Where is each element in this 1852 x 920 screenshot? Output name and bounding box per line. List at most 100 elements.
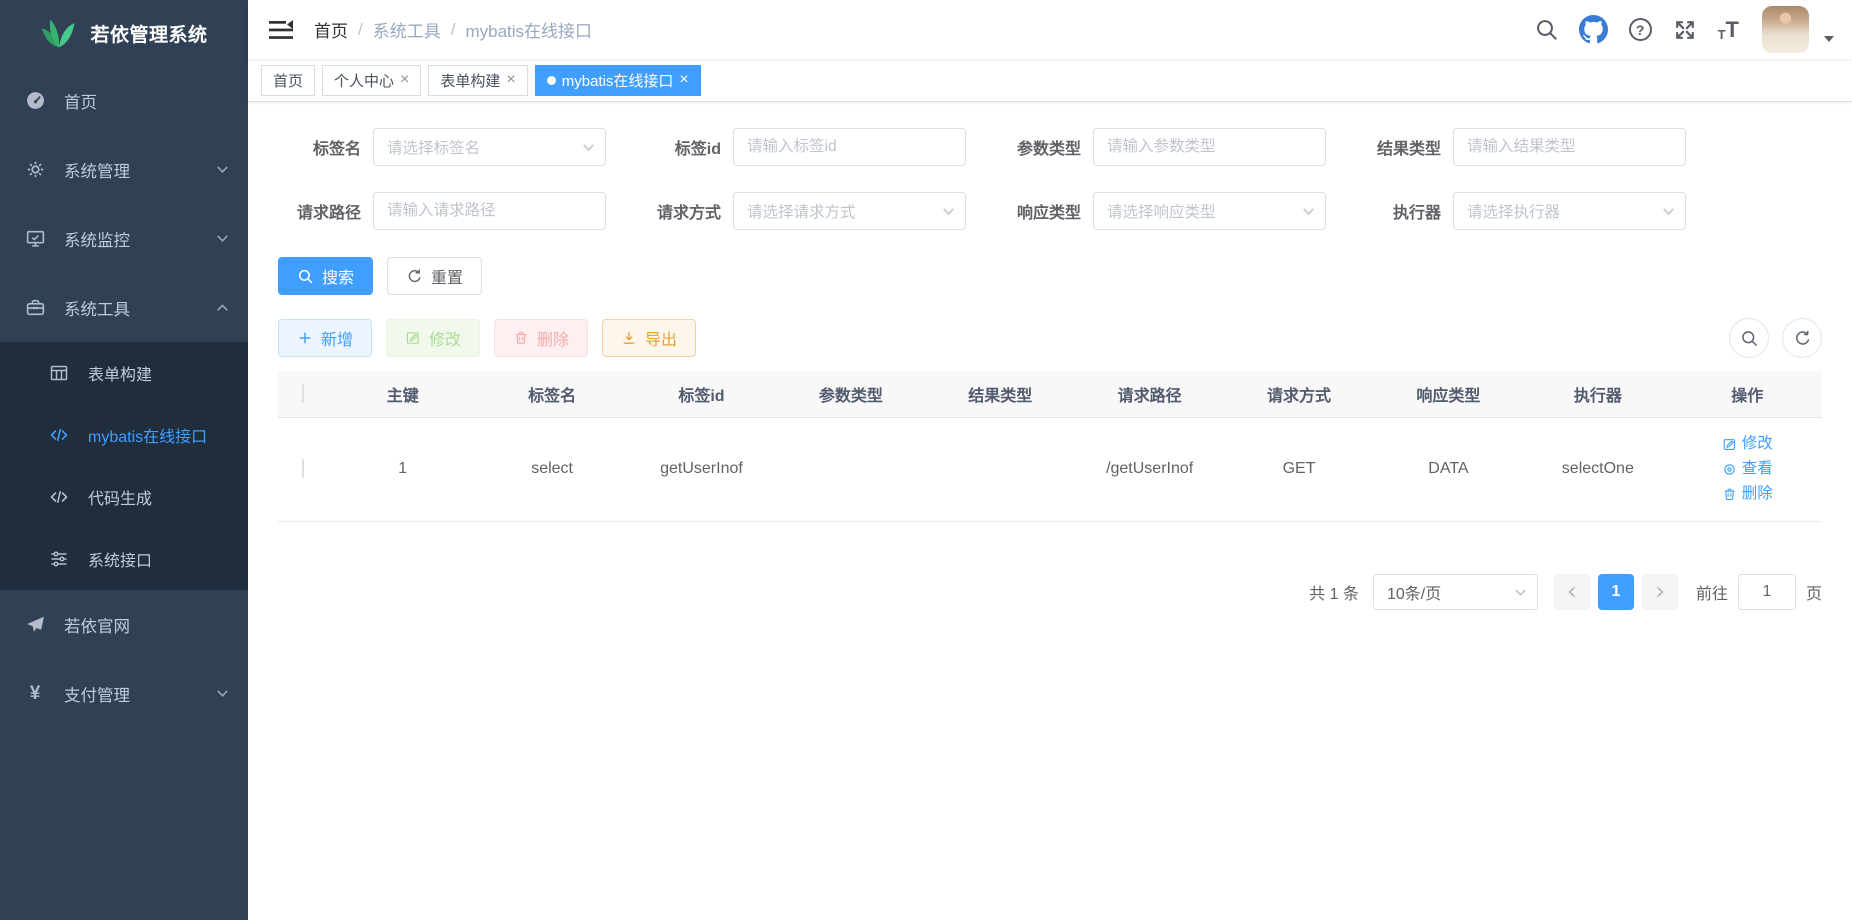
download-icon [621,330,637,346]
close-icon[interactable]: × [679,72,688,88]
toggle-search-button[interactable] [1729,318,1769,358]
sidebar-item-label: 系统工具 [64,296,130,320]
executor-select[interactable]: 请选择执行器 [1453,192,1686,230]
cell-primary-key: 1 [328,417,477,521]
field-label: 请求路径 [278,199,373,223]
export-button[interactable]: 导出 [602,319,696,357]
field-response-type: 响应类型 请选择响应类型 [998,192,1358,230]
field-tag-id: 标签id [638,128,998,166]
row-checkbox[interactable] [302,459,304,478]
chevron-down-icon [215,231,230,246]
row-delete-link[interactable]: 删除 [1722,483,1773,505]
breadcrumb-section: 系统工具 [373,17,441,42]
github-icon[interactable] [1573,9,1614,50]
chevron-down-icon [1301,204,1316,219]
col-param-type: 参数类型 [776,371,925,417]
response-type-select[interactable]: 请选择响应类型 [1093,192,1326,230]
select-all-checkbox[interactable] [302,384,304,403]
row-view-link[interactable]: 查看 [1722,458,1773,480]
app-title: 若依管理系统 [90,20,207,47]
font-size-icon[interactable]: TT [1712,13,1745,47]
field-executor: 执行器 请选择执行器 [1358,192,1718,230]
plus-icon [297,330,313,346]
tag-id-input[interactable] [733,128,966,166]
page-unit-label: 页 [1806,580,1822,604]
chevron-up-icon [215,300,230,315]
col-result-type: 结果类型 [926,371,1075,417]
sidebar-item-label: 系统管理 [64,158,130,182]
search-form-row-1: 标签名 请选择标签名 标签id 参数类型 结果类型 [278,128,1822,166]
row-edit-link[interactable]: 修改 [1722,433,1773,455]
chevron-down-icon [941,204,956,219]
sidebar-item-mybatis[interactable]: mybatis在线接口 [0,404,248,466]
field-label: 标签名 [278,135,373,159]
result-type-input[interactable] [1453,128,1686,166]
cell-tag-name: select [477,417,626,521]
tag-name-select[interactable]: 请选择标签名 [373,128,606,166]
tab-profile[interactable]: 个人中心 × [322,65,421,96]
close-icon[interactable]: × [506,72,515,88]
request-method-select[interactable]: 请选择请求方式 [733,192,966,230]
caret-down-icon[interactable] [1824,36,1834,42]
tab-mybatis[interactable]: mybatis在线接口 × [535,65,701,96]
search-icon[interactable] [1529,12,1564,47]
breadcrumb: 首页 / 系统工具 / mybatis在线接口 [314,17,592,42]
reset-button[interactable]: 重置 [387,257,482,295]
active-tab-dot [547,76,556,85]
col-tag-id: 标签id [627,371,776,417]
edit-button[interactable]: 修改 [386,319,480,357]
sidebar-toggle-icon[interactable] [264,15,298,45]
goto-page-input[interactable] [1738,574,1796,610]
tab-home[interactable]: 首页 [261,65,315,96]
request-path-input[interactable] [373,192,606,230]
page-number-current[interactable]: 1 [1598,574,1634,610]
sidebar-submenu-tools: 表单构建 mybatis在线接口 代码生成 系统接口 [0,342,248,590]
sidebar-logo[interactable]: 若依管理系统 [0,0,248,66]
search-button[interactable]: 搜索 [278,257,373,295]
code-icon [48,424,70,446]
add-button[interactable]: 新增 [278,319,372,357]
sidebar-item-home[interactable]: 首页 [0,66,248,135]
tags-view-bar: 首页 个人中心 × 表单构建 × mybatis在线接口 × [248,59,1852,102]
sidebar-item-tools[interactable]: 系统工具 [0,273,248,342]
delete-button[interactable]: 删除 [494,319,588,357]
prev-page-button[interactable] [1554,574,1590,610]
tab-form-builder[interactable]: 表单构建 × [428,65,527,96]
page-content: 标签名 请选择标签名 标签id 参数类型 结果类型 [248,102,1852,920]
field-param-type: 参数类型 [998,128,1358,166]
sliders-icon [48,548,70,570]
refresh-table-button[interactable] [1782,318,1822,358]
row-actions: 修改 查看 删除 [1673,433,1822,505]
question-mark: ? [1629,18,1652,41]
sidebar-item-form-builder[interactable]: 表单构建 [0,342,248,404]
avatar[interactable] [1762,6,1809,53]
sidebar-item-label: 系统接口 [88,547,152,571]
sidebar-item-label: mybatis在线接口 [88,423,207,447]
field-label: 执行器 [1358,199,1453,223]
col-response-type: 响应类型 [1374,371,1523,417]
sidebar-item-website[interactable]: 若依官网 [0,590,248,659]
col-tag-name: 标签名 [477,371,626,417]
search-button-row: 搜索 重置 [278,257,1822,295]
sidebar-item-payment[interactable]: ¥ 支付管理 [0,659,248,728]
breadcrumb-separator: / [358,20,363,40]
next-page-button[interactable] [1642,574,1678,610]
close-icon[interactable]: × [400,72,409,88]
sidebar: 若依管理系统 首页 系统管理 系统监控 [0,0,248,920]
sidebar-item-system[interactable]: 系统管理 [0,135,248,204]
param-type-input[interactable] [1093,128,1326,166]
sidebar-item-monitor[interactable]: 系统监控 [0,204,248,273]
chevron-down-icon [1513,585,1528,600]
breadcrumb-home[interactable]: 首页 [314,17,348,42]
code-icon [48,486,70,508]
toolbar-right [1729,318,1822,358]
page-size-select[interactable]: 10条/页 [1373,574,1538,610]
help-icon[interactable]: ? [1623,12,1658,47]
sidebar-item-label: 代码生成 [88,485,152,509]
paper-plane-icon [24,614,46,636]
sidebar-item-api[interactable]: 系统接口 [0,528,248,590]
sidebar-item-codegen[interactable]: 代码生成 [0,466,248,528]
fullscreen-icon[interactable] [1667,12,1703,48]
col-actions: 操作 [1673,371,1822,417]
pagination: 共 1 条 10条/页 1 前往 页 [278,574,1822,610]
